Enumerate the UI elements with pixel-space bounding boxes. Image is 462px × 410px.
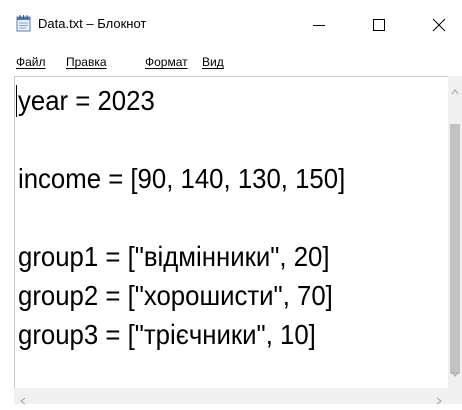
- title-bar[interactable]: Data.txt – Блокнот: [0, 0, 462, 50]
- minimize-icon: [313, 25, 325, 26]
- menu-view[interactable]: Вид: [202, 54, 224, 70]
- text-line: group3 = ["трієчники", 10]: [18, 319, 316, 350]
- close-button[interactable]: [416, 0, 462, 50]
- text-line: year = 2023: [18, 85, 155, 116]
- text-line: [18, 198, 395, 237]
- window-title: Data.txt – Блокнот: [38, 16, 147, 31]
- vertical-scroll-thumb[interactable]: [450, 124, 460, 374]
- scroll-right-icon[interactable]: [436, 392, 442, 410]
- notepad-icon: [16, 14, 32, 32]
- maximize-button[interactable]: [356, 0, 402, 50]
- text-line: group1 = ["відмінники", 20]: [18, 241, 330, 272]
- scroll-down-icon[interactable]: [451, 364, 459, 382]
- minimize-button[interactable]: [296, 0, 342, 50]
- text-content: year = 2023 income = [90, 140, 130, 150]…: [18, 81, 428, 354]
- close-icon: [432, 18, 446, 32]
- menu-file[interactable]: Файл: [16, 54, 46, 70]
- menu-bar: Файл Правка Формат Вид: [0, 50, 462, 74]
- scroll-up-icon[interactable]: [451, 82, 459, 100]
- menu-edit[interactable]: Правка: [66, 54, 107, 70]
- scroll-left-icon[interactable]: [20, 392, 26, 410]
- text-line: [18, 120, 395, 159]
- menu-format[interactable]: Формат: [145, 54, 188, 70]
- notepad-window: Data.txt – Блокнот Файл Правка Формат Ви…: [0, 0, 462, 410]
- text-caret: [16, 85, 17, 117]
- text-line: group2 = ["хорошисти", 70]: [18, 280, 333, 311]
- horizontal-scrollbar[interactable]: [14, 388, 448, 405]
- text-line: income = [90, 140, 130, 150]: [18, 163, 346, 194]
- maximize-icon: [373, 19, 385, 31]
- vertical-scrollbar[interactable]: [448, 76, 462, 388]
- text-editor[interactable]: year = 2023 income = [90, 140, 130, 150]…: [14, 76, 448, 388]
- scrollbar-corner: [448, 388, 462, 404]
